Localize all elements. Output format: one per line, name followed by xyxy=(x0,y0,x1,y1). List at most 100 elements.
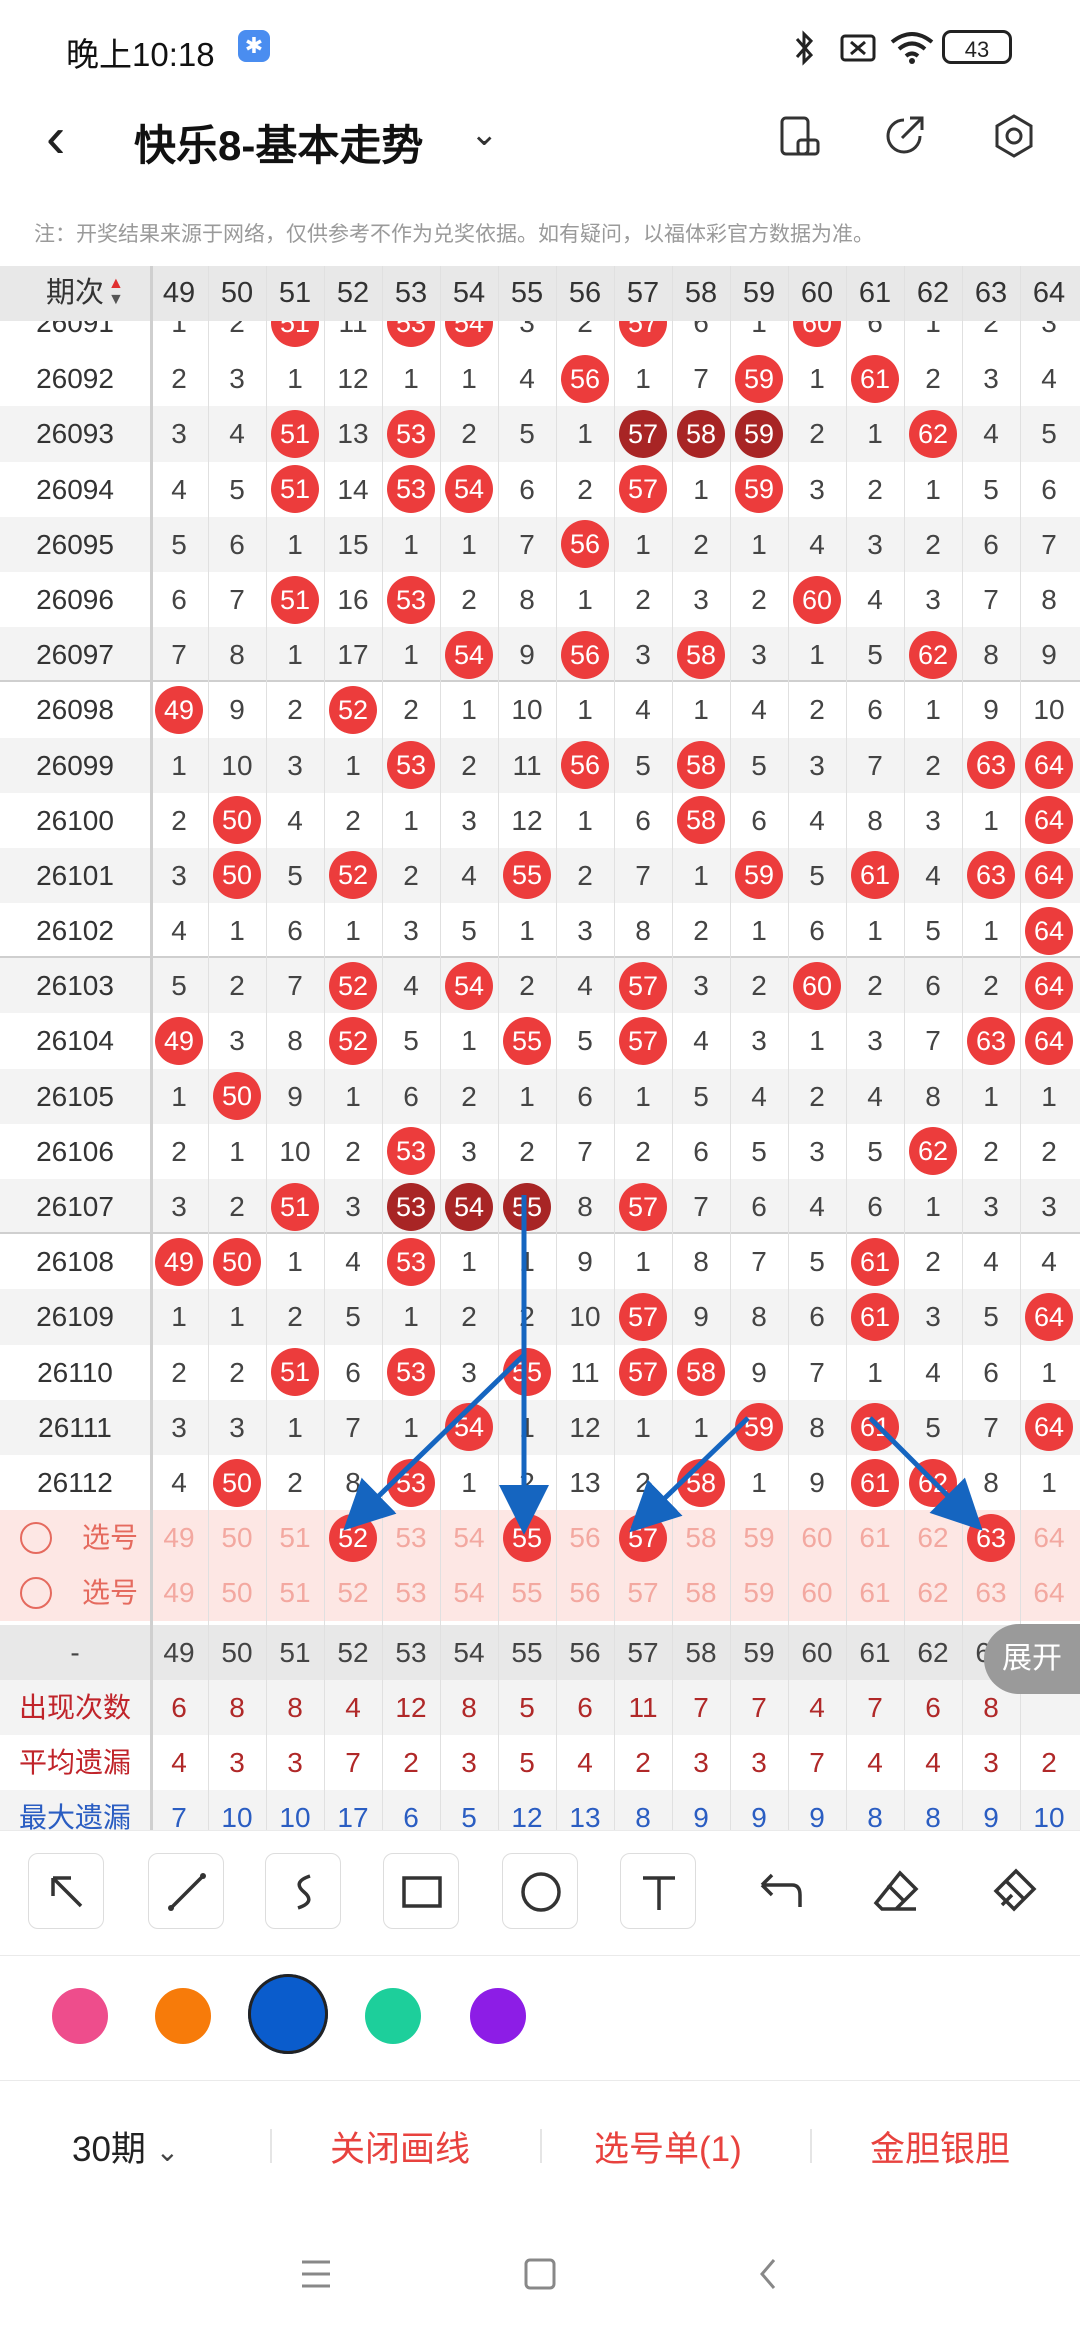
table-cell: 57 xyxy=(627,1636,659,1668)
table-cell[interactable]: 56 xyxy=(556,1565,614,1620)
table-cell[interactable]: 57 xyxy=(614,1565,672,1620)
table-cell: 53 xyxy=(382,406,440,461)
clear-icon[interactable] xyxy=(988,1865,1040,1917)
table-cell[interactable]: 64 xyxy=(1020,1510,1078,1565)
chevron-down-icon[interactable]: ⌄ xyxy=(470,114,499,154)
table-cell[interactable]: 49 xyxy=(150,1510,208,1565)
color-swatch-purple[interactable] xyxy=(470,1988,526,2044)
table-cell: 56 xyxy=(556,517,614,572)
winning-number-ball: 58 xyxy=(677,796,725,845)
table-cell: 6 xyxy=(287,915,303,947)
table-cell: 1 xyxy=(867,1356,883,1388)
table-cell: 16 xyxy=(337,583,369,615)
table-cell: 57 xyxy=(614,1179,672,1234)
winning-number-ball: 64 xyxy=(1025,1292,1073,1341)
table-cell: 50 xyxy=(208,1455,266,1510)
table-cell[interactable]: 60 xyxy=(788,1565,846,1620)
radio-button[interactable] xyxy=(20,1577,52,1610)
table-cell: 2 xyxy=(693,528,709,560)
winning-number-ball: 51 xyxy=(271,321,319,347)
home-icon[interactable] xyxy=(522,2254,558,2294)
winning-number-ball: 57 xyxy=(619,1513,667,1562)
table-cell[interactable]: 61 xyxy=(846,1565,904,1620)
table-cell: 56 xyxy=(556,351,614,406)
table-cell: 52 xyxy=(324,1013,382,1068)
color-swatch-green[interactable] xyxy=(365,1988,421,2044)
table-cell[interactable]: 62 xyxy=(904,1565,962,1620)
expand-button[interactable]: 展开 xyxy=(984,1624,1080,1694)
table-cell: 1 xyxy=(809,1025,825,1057)
table-cell[interactable]: 57 xyxy=(614,1510,672,1565)
golden-button[interactable]: 金胆银胆 xyxy=(870,2121,1010,2172)
table-row: 26099 1 10 3 1 53 2 11 56 5 58 5 3 7 2 63 64 xyxy=(0,737,1080,793)
table-cell: 2 xyxy=(229,1356,245,1388)
table-cell[interactable]: 51 xyxy=(266,1565,324,1620)
table-cell: 4 xyxy=(171,1746,187,1778)
table-cell: 3 xyxy=(1041,1191,1057,1222)
color-swatch-orange[interactable] xyxy=(155,1988,211,2044)
table-cell[interactable]: 64 xyxy=(1020,1565,1078,1620)
text-tool-icon[interactable] xyxy=(620,1853,696,1929)
page-title[interactable]: 快乐8-基本走势 xyxy=(134,112,423,173)
table-cell: 1 xyxy=(577,804,593,836)
table-cell[interactable]: 59 xyxy=(730,1510,788,1565)
table-cell: 2 xyxy=(809,694,825,726)
table-cell[interactable]: 63 xyxy=(962,1565,1020,1620)
eraser-icon[interactable] xyxy=(870,1865,922,1917)
table-cell[interactable]: 53 xyxy=(382,1565,440,1620)
table-cell[interactable]: 62 xyxy=(904,1510,962,1565)
winning-number-ball: 64 xyxy=(1025,796,1073,845)
circle-tool-icon[interactable] xyxy=(502,1853,578,1929)
curve-tool-icon[interactable] xyxy=(265,1853,341,1929)
table-cell[interactable]: 51 xyxy=(266,1510,324,1565)
table-cell[interactable]: 58 xyxy=(672,1565,730,1620)
table-cell[interactable]: 52 xyxy=(324,1565,382,1620)
back-icon[interactable]: ‹ xyxy=(46,108,65,168)
table-cell[interactable]: 61 xyxy=(846,1510,904,1565)
table-cell[interactable]: 56 xyxy=(556,1510,614,1565)
back-nav-icon[interactable] xyxy=(750,2254,786,2294)
table-cell[interactable]: 50 xyxy=(208,1510,266,1565)
share-icon[interactable] xyxy=(880,112,928,160)
arrow-tool-icon[interactable] xyxy=(28,1853,104,1929)
color-swatch-blue[interactable] xyxy=(248,1974,328,2054)
table-cell[interactable]: 59 xyxy=(730,1565,788,1620)
table-row: 26106 2 1 10 2 53 3 2 7 2 6 5 3 5 62 2 2 xyxy=(0,1123,1080,1179)
winning-number-ball: 52 xyxy=(329,961,377,1010)
sort-icon[interactable]: ▲ ▼ xyxy=(108,276,124,308)
table-cell[interactable]: 49 xyxy=(150,1565,208,1620)
period-select[interactable]: 30期 ⌄ xyxy=(72,2121,179,2172)
table-cell: 55 xyxy=(498,1179,556,1234)
table-cell[interactable]: 53 xyxy=(382,1510,440,1565)
table-cell: 4 xyxy=(983,418,999,450)
menu-icon[interactable] xyxy=(298,2254,334,2294)
table-cell[interactable]: 50 xyxy=(208,1565,266,1620)
line-tool-icon[interactable] xyxy=(148,1853,224,1929)
row-label[interactable]: 选号 xyxy=(70,1510,150,1565)
table-cell[interactable]: 55 xyxy=(498,1510,556,1565)
screen-rotate-icon[interactable] xyxy=(776,112,824,160)
table-cell: 7 xyxy=(693,1191,709,1222)
color-swatch-pink[interactable] xyxy=(52,1988,108,2044)
table-cell[interactable]: 54 xyxy=(440,1510,498,1565)
close-lines-button[interactable]: 关闭画线 xyxy=(330,2121,470,2172)
pick-list-button[interactable]: 选号单(1) xyxy=(594,2121,742,2172)
settings-icon[interactable] xyxy=(990,112,1038,160)
table-cell: 7 xyxy=(751,1691,767,1723)
table-cell[interactable]: 55 xyxy=(498,1565,556,1620)
undo-icon[interactable] xyxy=(752,1865,804,1917)
table-cell: 9 xyxy=(1041,639,1057,671)
table-cell: 57 xyxy=(626,277,660,309)
rectangle-tool-icon[interactable] xyxy=(383,1853,459,1929)
row-label[interactable]: 选号 xyxy=(70,1565,150,1620)
radio-button[interactable] xyxy=(20,1522,52,1555)
table-cell: 3 xyxy=(345,1191,361,1222)
table-cell[interactable]: 63 xyxy=(962,1510,1020,1565)
table-cell[interactable]: 60 xyxy=(788,1510,846,1565)
table-cell[interactable]: 52 xyxy=(324,1510,382,1565)
table-cell[interactable]: 54 xyxy=(440,1565,498,1620)
table-cell: 5 xyxy=(461,915,477,947)
table-cell: 54 xyxy=(440,321,498,350)
table-cell[interactable]: 58 xyxy=(672,1510,730,1565)
table-cell: 3 xyxy=(983,1191,999,1222)
